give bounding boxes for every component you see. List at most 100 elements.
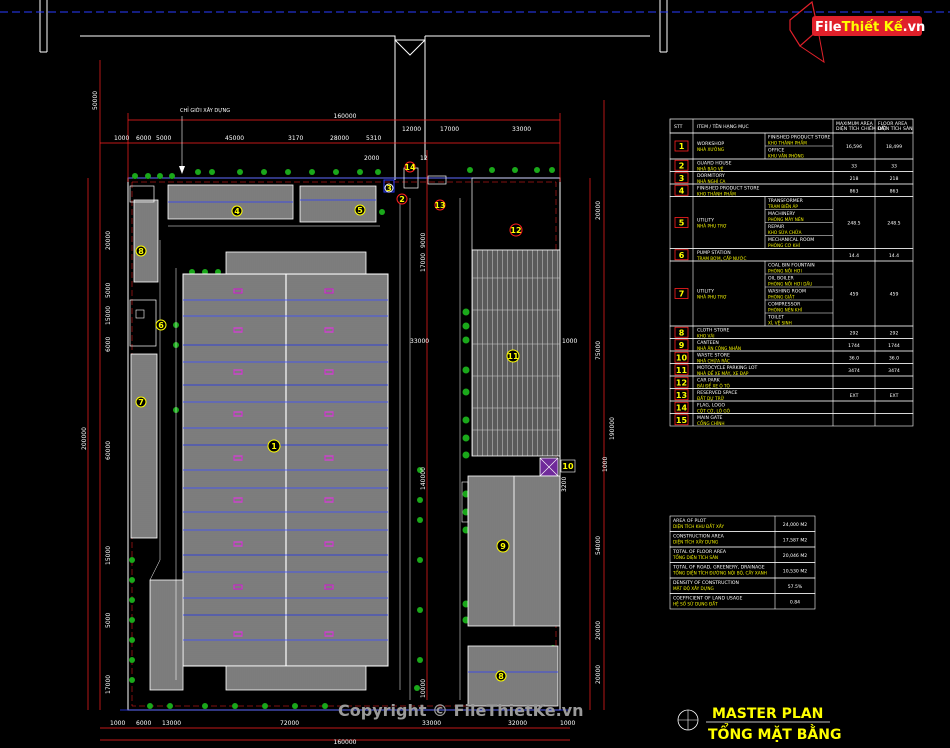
copyright-watermark: Copyright © FileThietKe.vn — [338, 701, 584, 720]
svg-text:17000: 17000 — [440, 126, 459, 133]
svg-text:3: 3 — [386, 184, 392, 193]
table-row-area: 292 — [850, 330, 859, 336]
table-row-floor: 459 — [890, 292, 899, 298]
svg-text:3170: 3170 — [288, 135, 303, 142]
table-row-item-vn: NHÀ CHỨA RÁC — [697, 358, 730, 363]
table-sub-item-vn: KHU VĂN PHÒNG — [768, 154, 804, 159]
building-4-store[interactable] — [167, 184, 294, 220]
svg-text:6000: 6000 — [105, 337, 112, 352]
svg-text:1000: 1000 — [114, 135, 129, 142]
svg-text:FileThiết Kế.vn: FileThiết Kế.vn — [815, 20, 925, 35]
building-5-utility[interactable] — [299, 185, 377, 223]
svg-text:9: 9 — [500, 542, 506, 551]
table-row-floor: 1744 — [888, 343, 900, 349]
building-8b-annex[interactable] — [467, 645, 559, 707]
table-row-number: 8 — [679, 328, 685, 337]
svg-text:54000: 54000 — [595, 536, 602, 555]
table-sub-item-vn: PHÒNG CƠ KHÍ — [768, 243, 801, 248]
svg-text:13000: 13000 — [162, 720, 181, 727]
label-building-12: 12 — [509, 223, 523, 237]
svg-text:12: 12 — [420, 155, 428, 162]
table-row-area: 3474 — [848, 368, 860, 374]
table-row-number: 3 — [679, 174, 685, 183]
label-building-4: 4 — [231, 205, 243, 217]
table-row-item-vn: KHO THÀNH PHẨM — [697, 191, 736, 196]
label-building-7: 7 — [135, 396, 147, 408]
svg-text:160000: 160000 — [334, 739, 357, 746]
building-12-car-park-area[interactable] — [471, 177, 561, 251]
table-sub-item-vn: PHÒNG NÉN KHÍ — [768, 308, 803, 313]
building-7-utility[interactable] — [130, 353, 158, 539]
summary-value: 17,587 M2 — [783, 538, 807, 544]
table-row-area: 33 — [851, 163, 857, 169]
table-row-number: 10 — [676, 353, 688, 362]
summary-value: 57.5% — [788, 584, 803, 590]
label-building-14: 14 — [404, 161, 416, 173]
table-row-number: 7 — [679, 290, 685, 299]
svg-text:20000: 20000 — [595, 621, 602, 640]
table-row-number: 6 — [679, 251, 685, 260]
table-row-item-vn: NHÀ ĐỂ XE MÁY, XE ĐẠP — [697, 371, 749, 376]
summary-label-vn: TỔNG DIỆN TÍCH ĐƯỜNG NỘI BỘ, CÂY XANH — [672, 571, 767, 576]
svg-text:33000: 33000 — [410, 338, 429, 345]
svg-text:6000: 6000 — [136, 135, 151, 142]
label-building-8: 8 — [135, 245, 147, 257]
table-row-item-vn: TRẠM BƠM, CẤP NƯỚC — [696, 256, 746, 261]
svg-text:7: 7 — [138, 398, 144, 407]
tree-row-bottom — [147, 703, 328, 709]
table-row-number: 11 — [676, 366, 688, 375]
summary-label-vn: TỔNG DIỆN TÍCH SÀN — [672, 555, 718, 560]
table-row-item-vn: NHÀ ĂN CÔNG NHÂN — [697, 346, 741, 351]
building-6-pump-station[interactable] — [129, 299, 157, 347]
label-building-6: 6 — [155, 319, 167, 331]
label-building-11: 11 — [506, 349, 520, 363]
svg-text:1000: 1000 — [562, 338, 577, 345]
label-building-8b: 8 — [495, 670, 507, 682]
building-10-waste-store[interactable] — [539, 457, 559, 477]
table-row-item-vn: NHÀ PHỤ TRỢ — [697, 295, 727, 300]
svg-text:20000: 20000 — [105, 231, 112, 250]
label-building-10: 10 — [560, 459, 576, 473]
svg-text:1000: 1000 — [560, 720, 575, 727]
summary-value: 10,530 M2 — [783, 569, 807, 575]
table-row-number: 5 — [679, 219, 685, 228]
table-sub-item-vn: PHÒNG GIẶT — [768, 295, 795, 300]
label-building-5: 5 — [354, 204, 366, 216]
table-row-item-vn: CỘT CỜ, LÔ GÔ — [697, 408, 731, 413]
table-header-no: STT — [674, 124, 683, 130]
svg-text:9000: 9000 — [420, 233, 427, 248]
svg-text:6: 6 — [158, 321, 164, 330]
label-building-9: 9 — [496, 539, 510, 553]
svg-text:10000: 10000 — [420, 679, 427, 698]
svg-text:20000: 20000 — [595, 665, 602, 684]
svg-text:28000: 28000 — [330, 135, 349, 142]
svg-text:8: 8 — [138, 247, 144, 256]
table-row-floor: 36.0 — [889, 355, 899, 361]
summary-table: AREA OF PLOTDIỆN TÍCH KHU ĐẤT XÂY 24,000 … — [669, 515, 816, 610]
filethietke-logo: FileThiết Kế.vn — [789, 0, 925, 64]
table-row-area: 1744 — [848, 343, 860, 349]
svg-text:17000: 17000 — [105, 675, 112, 694]
svg-text:4: 4 — [234, 207, 240, 216]
table-row-floor: 18,499 — [886, 144, 902, 150]
svg-text:72000: 72000 — [280, 720, 299, 727]
table-row-area: 459 — [850, 292, 859, 298]
svg-text:20000: 20000 — [595, 201, 602, 220]
table-row-floor: 292 — [890, 330, 899, 336]
table-row-item-vn: NHÀ PHỤ TRỢ — [697, 224, 727, 229]
svg-text:140000: 140000 — [420, 467, 427, 490]
svg-text:12: 12 — [510, 226, 521, 235]
building-9-canteen[interactable] — [461, 475, 561, 627]
table-row-area: 16,596 — [846, 144, 862, 150]
svg-text:75000: 75000 — [595, 341, 602, 360]
title-en: MASTER PLAN — [712, 706, 823, 722]
table-header-item: ITEM / TÊN HẠNG MỤC — [697, 122, 749, 130]
building-8-cloth-store[interactable] — [129, 185, 159, 283]
table-row-floor: 218 — [890, 176, 899, 182]
building-1-workshop[interactable] — [149, 251, 389, 691]
svg-text:33000: 33000 — [512, 126, 531, 133]
svg-text:33000: 33000 — [422, 720, 441, 727]
svg-text:1: 1 — [271, 442, 277, 451]
svg-text:1000: 1000 — [602, 457, 609, 472]
drawing-title: MASTER PLAN TỔNG MẶT BẰNG — [677, 706, 841, 743]
